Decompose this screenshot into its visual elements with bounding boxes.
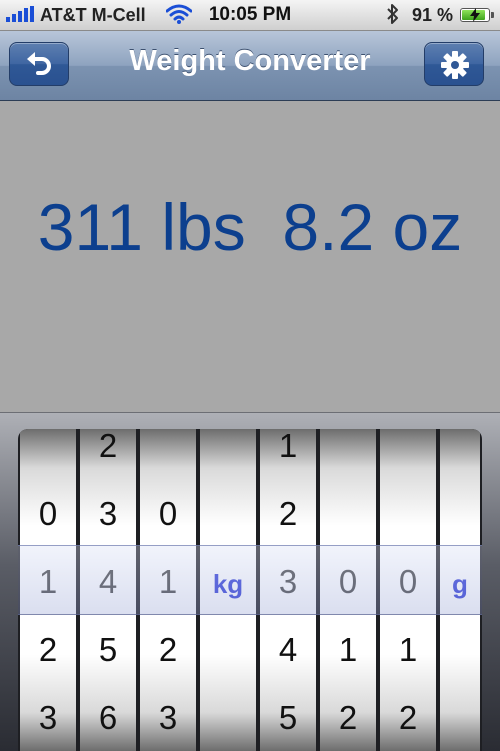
wheel-value: 3 — [98, 495, 118, 532]
wheel-selected-value: 0 — [398, 563, 418, 600]
wheel-value: 1 — [398, 631, 418, 668]
picker-wheel-kg-tens[interactable]: 2 3 4 5 6 — [80, 429, 136, 751]
battery-icon — [460, 8, 494, 22]
wheel-value: 2 — [158, 631, 178, 668]
picker-wheel-kg-ones[interactable]: 0 1 2 3 — [140, 429, 196, 751]
converted-weight: 311 lbs 8.2 oz — [37, 190, 463, 264]
wheel-value: 2 — [38, 631, 58, 668]
wheel-value: 1 — [338, 631, 358, 668]
clock: 10:05 PM — [208, 4, 292, 25]
gear-icon — [441, 51, 469, 79]
settings-button[interactable] — [424, 42, 484, 86]
charging-bolt-icon — [470, 8, 480, 22]
g-unit-label: g — [452, 569, 468, 599]
picker-wheel-g-unit[interactable]: g — [440, 429, 480, 751]
wheel-value: 6 — [98, 699, 118, 736]
wheel-selected-value: 4 — [98, 563, 118, 600]
wheel-selected-value: 3 — [278, 563, 298, 600]
wheel-value: 5 — [98, 631, 118, 668]
picker-wheel-kg-unit[interactable]: kg — [200, 429, 256, 751]
navigation-bar: Weight Converter — [0, 31, 500, 101]
picker-wheel-g-tens[interactable]: 0 1 2 — [320, 429, 376, 751]
wheel-value: 3 — [158, 699, 178, 736]
wifi-icon — [166, 4, 192, 24]
battery-percent: 91 % — [412, 5, 454, 25]
result-display: 311 lbs 8.2 oz — [0, 101, 500, 412]
wheel-value: 2 — [278, 495, 298, 532]
wheel-value: 2 — [338, 699, 358, 736]
wheel-value: 2 — [398, 699, 418, 736]
weight-picker: 0 1 2 3 2 3 4 5 6 0 1 2 3 kg 1 2 3 4 5 0… — [0, 412, 500, 751]
wheel-selected-value: 1 — [158, 563, 178, 600]
bluetooth-icon — [387, 4, 398, 24]
wheel-value: 4 — [278, 631, 298, 668]
kg-unit-label: kg — [212, 569, 244, 599]
picker-wheel-g-hundreds[interactable]: 1 2 3 4 5 — [260, 429, 316, 751]
wheel-value: 1 — [278, 429, 298, 464]
picker-wheels: 0 1 2 3 2 3 4 5 6 0 1 2 3 kg 1 2 3 4 5 0… — [18, 429, 482, 751]
status-bar: AT&T M-Cell 10:05 PM 91 % — [0, 0, 500, 31]
picker-wheel-kg-hundreds[interactable]: 0 1 2 3 — [20, 429, 76, 751]
wheel-value: 0 — [38, 495, 58, 532]
wheel-value: 5 — [278, 699, 298, 736]
wheel-value: 2 — [98, 429, 118, 464]
wheel-value: 3 — [38, 699, 58, 736]
picker-wheel-g-ones[interactable]: 0 1 2 — [380, 429, 436, 751]
wheel-selected-value: 0 — [338, 563, 358, 600]
wheel-selected-value: 1 — [38, 563, 58, 600]
wheel-value: 0 — [158, 495, 178, 532]
carrier-name: AT&T M-Cell — [40, 5, 146, 25]
